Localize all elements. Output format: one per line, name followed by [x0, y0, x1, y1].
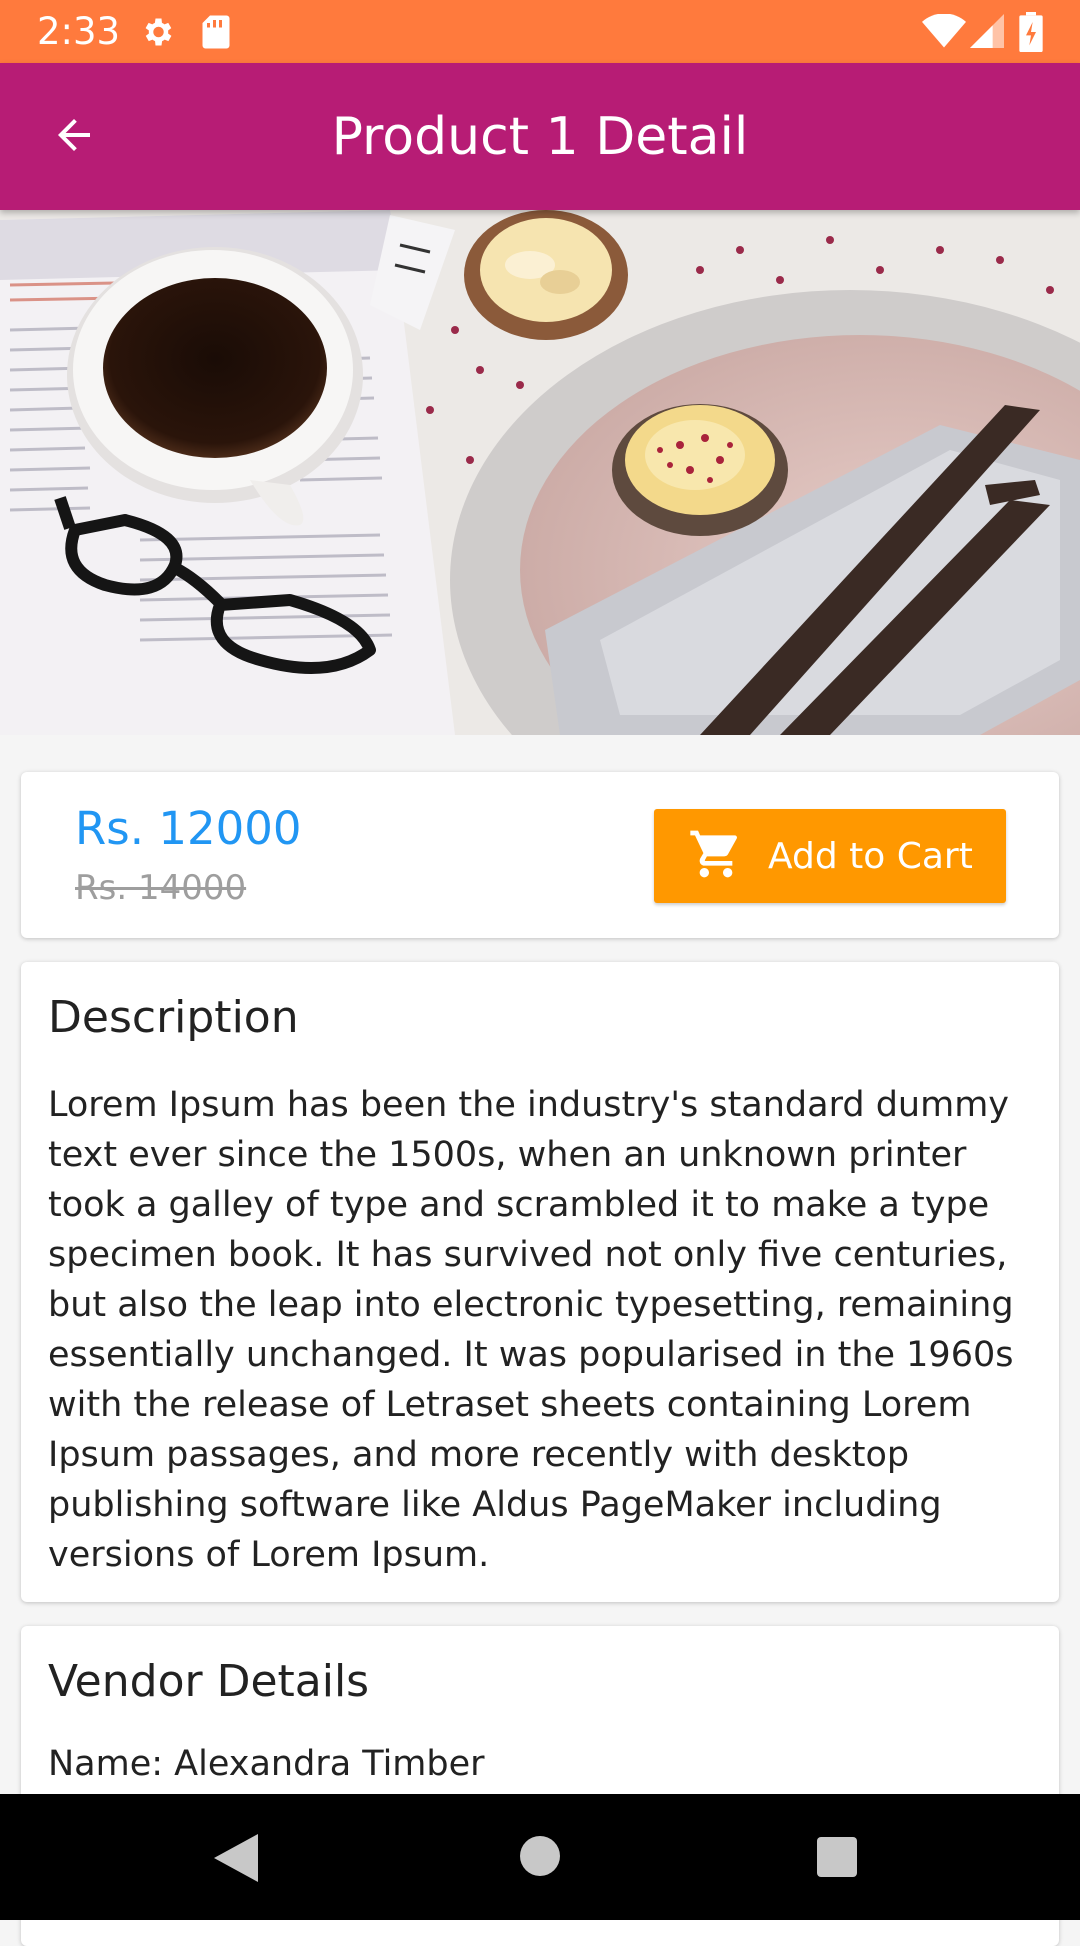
description-text: Lorem Ipsum has been the industry's stan… [48, 1085, 1014, 1575]
product-image [0, 210, 1080, 735]
arrow-back-icon [50, 111, 98, 163]
home-circle-icon[interactable] [520, 1836, 560, 1880]
shopping-cart-icon [688, 826, 744, 886]
add-to-cart-button[interactable]: Add to Cart [654, 809, 1006, 903]
vendor-name: Name: Alexandra Timber [48, 1744, 485, 1784]
add-to-cart-label: Add to Cart [768, 835, 973, 877]
battery-charging-icon [1018, 12, 1044, 56]
current-price: Rs. 12000 [75, 802, 302, 855]
description-card: Description Lorem Ipsum has been the ind… [21, 962, 1059, 1602]
price-card: Rs. 12000 Rs. 14000 Add to Cart [21, 772, 1059, 938]
status-time: 2:33 [37, 10, 121, 53]
original-price: Rs. 14000 [75, 868, 247, 908]
sd-card-icon [200, 14, 232, 54]
description-heading: Description [48, 992, 299, 1043]
app-bar: Product 1 Detail [0, 63, 1080, 210]
settings-icon [139, 14, 175, 54]
status-bar: 2:33 [0, 0, 1080, 63]
wifi-icon [922, 13, 966, 52]
vendor-heading: Vendor Details [48, 1656, 370, 1707]
signal-icon [970, 14, 1004, 52]
back-button[interactable] [34, 97, 114, 177]
navigation-bar [0, 1794, 1080, 1920]
back-triangle-icon[interactable] [214, 1834, 258, 1886]
page-title: Product 1 Detail [331, 106, 749, 167]
recents-square-icon[interactable] [817, 1837, 857, 1881]
